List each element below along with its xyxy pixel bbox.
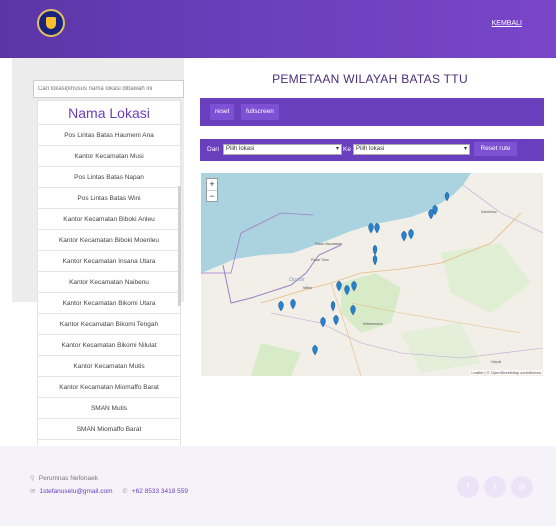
map-label-town: Oepoli [491, 360, 501, 364]
map-canvas: Ocussi Pasar Macoassar Pasar Timo Nitibe… [201, 173, 543, 376]
email-link[interactable]: 1stefanuselu@gmail.com [39, 488, 112, 495]
emblem-icon[interactable] [37, 9, 65, 37]
zoom-control: + − [206, 178, 218, 202]
map-label-town: Kefamenanu [363, 322, 383, 326]
list-item[interactable]: Kantor Kecamatan Musi [38, 146, 180, 167]
list-item[interactable]: Kantor Kecamatan Biboki Anleu [38, 209, 180, 230]
map-controls-bar: reset fullscreen [200, 98, 544, 126]
list-item[interactable]: Kantor Kecamatan Miomaffo Barat [38, 377, 180, 398]
list-item[interactable]: Kantor Kecamatan Mutis [38, 356, 180, 377]
map-label-ocean: Ocussi [289, 277, 305, 283]
from-select[interactable]: Pilih lokasi ▾ [223, 144, 342, 155]
zoom-in-button[interactable]: + [207, 179, 217, 190]
phone-link[interactable]: +62 8533 3418 559 [132, 488, 188, 495]
list-item[interactable]: Kantor Kecamatan Bikomi Tengah [38, 314, 180, 335]
to-label: Ke [343, 146, 351, 153]
twitter-icon[interactable]: t [484, 476, 506, 498]
instagram-icon[interactable]: ◎ [511, 476, 533, 498]
address-text: Perumnas Nefonaek [38, 475, 99, 482]
list-item[interactable]: Kantor Kecamatan Insana Utara [38, 251, 180, 272]
zoom-out-button[interactable]: − [207, 190, 217, 201]
map-label-town: Pasar Macoassar [315, 242, 343, 246]
to-select-value: Pilih lokasi [356, 146, 385, 152]
facebook-icon[interactable]: f [457, 476, 479, 498]
list-item[interactable]: Pos Lintas Batas Napan [38, 167, 180, 188]
list-item[interactable]: Pos Lintas Batas Wini [38, 188, 180, 209]
header: KEMBALI [0, 0, 556, 58]
page-title: PEMETAAN WILAYAH BATAS TTU [272, 72, 468, 86]
list-item[interactable]: SMAN Miomaffo Barat [38, 419, 180, 440]
mail-icon: ✉ [30, 488, 36, 495]
chevron-down-icon: ▾ [463, 146, 467, 152]
map-attribution[interactable]: Leaflet | © OpenStreetMap contributors [470, 370, 542, 375]
to-select[interactable]: Pilih lokasi ▾ [353, 144, 470, 155]
list-item[interactable]: Pos Lintas Batas Haumeni Ana [38, 125, 180, 146]
footer: ⚲ Perumnas Nefonaek ✉ 1stefanuselu@gmail.c… [0, 446, 556, 526]
list-item[interactable]: SMAN Mutis [38, 398, 180, 419]
list-item[interactable]: Kantor Kecamatan Biboki Moenleu [38, 230, 180, 251]
map-label-town: Nitibe [303, 286, 312, 290]
map-pin-icon: ⚲ [30, 475, 35, 482]
from-label: Dari [207, 146, 219, 153]
list-scrollbar[interactable] [178, 186, 181, 306]
chevron-down-icon: ▾ [335, 146, 339, 152]
location-list[interactable]: Nama Lokasi Pos Lintas Batas Haumeni Ana… [37, 100, 181, 476]
map[interactable]: Ocussi Pasar Macoassar Pasar Timo Nitibe… [201, 173, 543, 376]
from-select-value: Pilih lokasi [226, 146, 255, 152]
location-search-input[interactable] [33, 80, 184, 98]
reset-route-button[interactable]: Reset rute [474, 142, 517, 156]
fullscreen-button[interactable]: fullscreen [241, 104, 279, 120]
list-title: Nama Lokasi [38, 101, 180, 125]
list-item[interactable]: Kantor Kecamatan Bikomi Utara [38, 293, 180, 314]
footer-contacts: ✉ 1stefanuselu@gmail.com ✆ +62 8533 3418 5… [30, 487, 188, 495]
kembali-link[interactable]: KEMBALI [492, 20, 522, 27]
list-item[interactable]: Kantor Kecamatan Naibenu [38, 272, 180, 293]
map-label-town: Kaimbinur [481, 210, 498, 214]
sidebar: Nama Lokasi Pos Lintas Batas Haumeni Ana… [0, 58, 190, 476]
reset-button[interactable]: reset [210, 104, 235, 120]
map-label-town: Pasar Timo [311, 258, 329, 262]
footer-address: ⚲ Perumnas Nefonaek [30, 474, 98, 482]
phone-icon: ✆ [122, 488, 128, 495]
list-item[interactable]: Kantor Kecamatan Bikomi Nilulat [38, 335, 180, 356]
